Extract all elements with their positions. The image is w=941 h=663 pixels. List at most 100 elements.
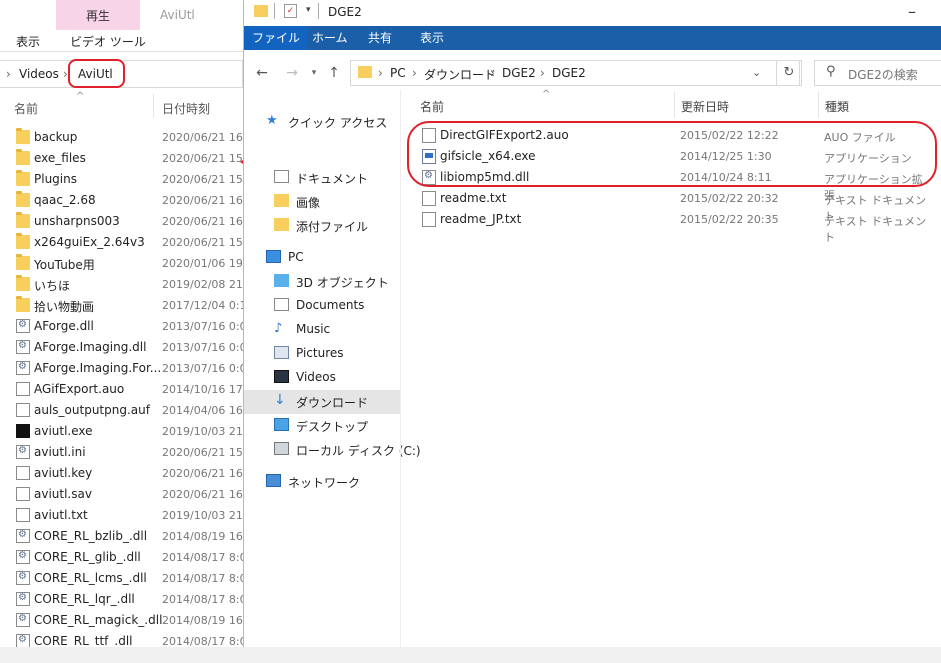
nav-item[interactable]: ↓ ダウンロード [244, 390, 400, 414]
breadcrumb-dge2[interactable]: DGE2 [502, 66, 536, 80]
nav-item[interactable]: Videos [244, 366, 400, 390]
file-icon [422, 212, 436, 227]
nav-item-label: ネットワーク [288, 476, 361, 490]
file-name: CORE_RL_lqr_.dll [34, 592, 135, 606]
column-header-type[interactable]: 種類 [825, 98, 849, 115]
nav-item[interactable]: Documents [244, 294, 400, 318]
column-header-modified[interactable]: 更新日時 [681, 98, 729, 115]
file-name: AForge.Imaging.dll [34, 340, 147, 354]
list-item[interactable]: qaac_2.68 2020/06/21 16:3 [0, 190, 243, 211]
column-header-name[interactable]: 名前 [14, 100, 38, 117]
nav-item[interactable]: PC [244, 246, 400, 270]
explorer-window-dge2: ✓ ▾ DGE2 – ファイル ホーム 共有 表示 ← → ▾ ↑ › PC ›… [243, 0, 941, 663]
list-item[interactable]: x264guiEx_2.64v3 2020/06/21 15:5 [0, 232, 243, 253]
properties-icon[interactable]: ✓ [284, 4, 297, 18]
breadcrumb-downloads[interactable]: ダウンロード [424, 66, 496, 83]
list-item[interactable]: aviutl.ini 2020/06/21 15:5 [0, 442, 243, 463]
file-date: 2013/07/16 0:04 [162, 362, 243, 375]
column-header-name[interactable]: 名前 [420, 98, 444, 115]
list-item[interactable]: CORE_RL_lqr_.dll 2014/08/17 8:09 [0, 589, 243, 610]
annotation-highlight-files [407, 121, 937, 187]
tab-share[interactable]: 共有 [360, 26, 400, 50]
list-item[interactable]: exe_files 2020/06/21 15: [0, 148, 243, 169]
file-modified: 2015/02/22 20:35 [680, 213, 779, 226]
settings-file-icon [16, 613, 30, 627]
tab-home[interactable]: ホーム [304, 26, 356, 50]
file-date: 2014/08/17 8:08 [162, 551, 243, 564]
breadcrumb-separator-icon: › [412, 66, 417, 80]
tab-view[interactable]: 表示 [16, 33, 40, 50]
file-date: 2017/12/04 0:14 [162, 299, 243, 312]
table-row[interactable]: readme.txt 2015/02/22 20:32 テキスト ドキュメント [244, 188, 928, 223]
recent-dropdown-icon[interactable]: ▾ [304, 64, 324, 82]
tab-video-tools[interactable]: ビデオ ツール [70, 33, 146, 50]
list-item[interactable]: YouTube用 2020/01/06 19:1 [0, 253, 243, 274]
settings-file-icon [16, 634, 30, 648]
list-item[interactable]: aviutl.key 2020/06/21 16:0 [0, 463, 243, 484]
list-item[interactable]: AForge.Imaging.For...2013/07/16 0:04 [0, 358, 243, 379]
tab-view[interactable]: 表示 [412, 26, 452, 50]
breadcrumb-dge2-current[interactable]: DGE2 [552, 66, 586, 80]
nav-item[interactable]: ♪ Music [244, 318, 400, 342]
back-icon[interactable]: ← [252, 64, 272, 82]
list-item[interactable]: 拾い物動画 2017/12/04 0:14 [0, 295, 243, 316]
breadcrumb-videos[interactable]: Videos [19, 67, 59, 81]
address-dropdown-icon[interactable]: ⌄ [752, 66, 761, 79]
list-item[interactable]: CORE_RL_glib_.dll 2014/08/17 8:08 [0, 547, 243, 568]
context-tab-playback[interactable]: 再生 [56, 0, 140, 30]
list-item[interactable]: unsharpns003 2020/06/21 16:3 [0, 211, 243, 232]
nav-item-label: Documents [296, 298, 365, 312]
nav-item[interactable]: デスクトップ [244, 414, 400, 438]
network-icon [266, 474, 281, 487]
horizontal-scrollbar[interactable] [0, 647, 941, 663]
list-item[interactable]: CORE_RL_lcms_.dll 2014/08/17 8:08 [0, 568, 243, 589]
nav-item[interactable]: Pictures [244, 342, 400, 366]
file-name: いちほ [34, 279, 71, 293]
list-item[interactable]: CORE_RL_magick_.dll2014/08/19 16:1 [0, 610, 243, 631]
file-name: AForge.dll [34, 319, 94, 333]
folder-icon [16, 191, 30, 207]
table-row[interactable]: readme_JP.txt 2015/02/22 20:35 テキスト ドキュメント [244, 209, 928, 244]
refresh-icon[interactable]: ↻ [776, 60, 802, 86]
tab-file[interactable]: ファイル [244, 26, 309, 50]
list-item[interactable]: AForge.Imaging.dll 2013/07/16 0:04 [0, 337, 243, 358]
divider [318, 3, 319, 19]
file-name: exe_files [34, 151, 86, 165]
file-date: 2020/06/21 16:0 [162, 131, 243, 144]
nav-item-label: PC [288, 250, 304, 264]
file-list: backup 2020/06/21 16:0 exe_files 2020/06/21… [0, 127, 243, 652]
file-date: 2014/08/17 8:09 [162, 593, 243, 606]
list-item[interactable]: CORE_RL_bzlib_.dll 2014/08/19 16:1 [0, 526, 243, 547]
up-icon[interactable]: ↑ [324, 64, 344, 82]
download-icon: ↓ [274, 392, 286, 408]
nav-item-label: Pictures [296, 346, 344, 360]
list-item[interactable]: Plugins 2020/06/21 15:5 [0, 169, 243, 190]
minimize-icon[interactable]: – [908, 2, 916, 21]
column-divider[interactable] [153, 94, 154, 118]
file-name: qaac_2.68 [34, 193, 96, 207]
breadcrumb-separator-icon: › [490, 66, 495, 80]
list-item[interactable]: backup 2020/06/21 16:0 [0, 127, 243, 148]
column-header-date[interactable]: 日付時刻 [162, 100, 210, 117]
quick-access-dropdown-icon[interactable]: ▾ [306, 5, 311, 15]
list-item[interactable]: AGifExport.auo 2014/10/16 17:1 [0, 379, 243, 400]
file-date: 2020/06/21 16:0 [162, 488, 243, 501]
nav-item[interactable]: ローカル ディスク (C:) [244, 438, 421, 462]
nav-item[interactable]: 3D オブジェクト [244, 270, 400, 294]
annotation-highlight-aviutl [68, 59, 125, 88]
list-item[interactable]: AForge.dll 2013/07/16 0:04 [0, 316, 243, 337]
sort-up-icon: ^ [76, 91, 85, 102]
column-divider[interactable] [674, 92, 675, 118]
breadcrumb-pc[interactable]: PC [390, 66, 406, 80]
list-item[interactable]: aviutl.sav 2020/06/21 16:0 [0, 484, 243, 505]
file-name: backup [34, 130, 78, 144]
list-item[interactable]: aviutl.exe 2019/10/03 21:4 [0, 421, 243, 442]
column-divider[interactable] [818, 92, 819, 118]
nav-item[interactable]: ネットワーク [244, 470, 400, 494]
forward-icon[interactable]: → [282, 64, 302, 82]
file-name: x264guiEx_2.64v3 [34, 235, 145, 249]
search-icon: ⚲ [826, 64, 836, 79]
list-item[interactable]: aviutl.txt 2019/10/03 21:5 [0, 505, 243, 526]
list-item[interactable]: いちほ 2019/02/08 21:3 [0, 274, 243, 295]
list-item[interactable]: auls_outputpng.auf 2014/04/06 16:0 [0, 400, 243, 421]
